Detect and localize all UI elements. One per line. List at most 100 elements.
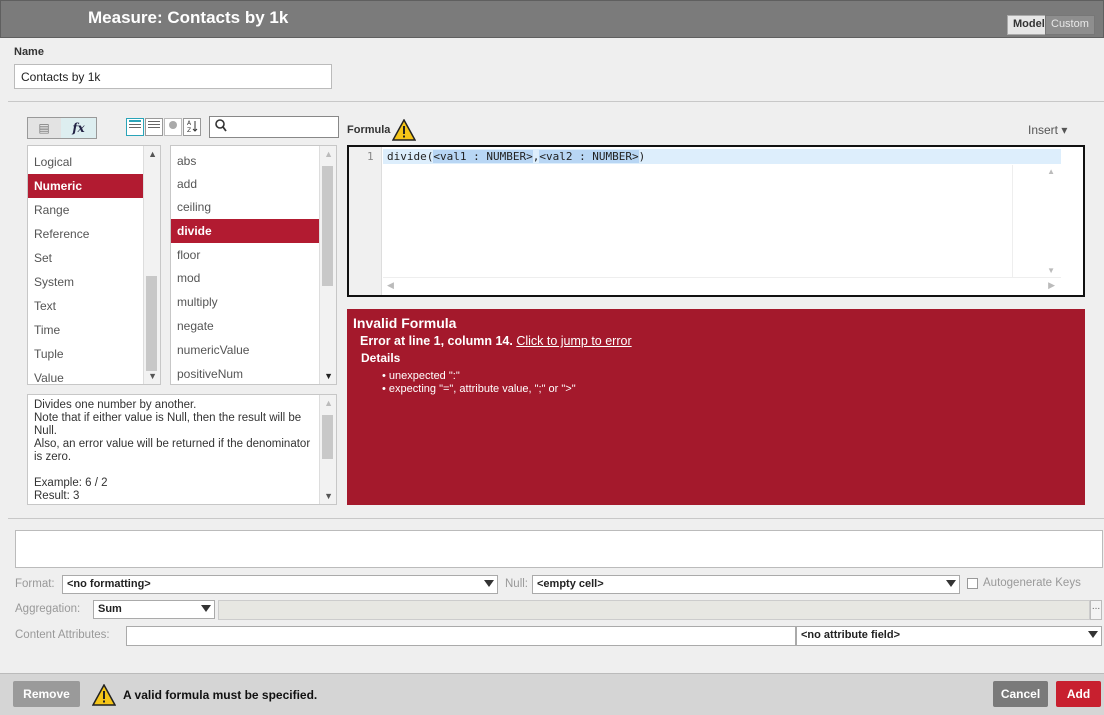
function-mode-button[interactable]: fx [61,118,96,138]
scrollbar-thumb[interactable] [322,166,333,286]
search-icon [215,119,227,136]
aggregation-expression-field [218,600,1090,620]
list-view-icon[interactable] [126,118,144,136]
attribute-field-select[interactable]: <no attribute field> [796,626,1102,646]
scroll-down-icon[interactable]: ▼ [148,371,157,381]
category-item-numeric[interactable]: Numeric [28,174,143,198]
null-label: Null: [505,578,529,590]
formula-comment-input[interactable] [15,530,1103,568]
category-item-text[interactable]: Text [28,294,143,318]
category-item-time[interactable]: Time [28,318,143,342]
add-button[interactable]: Add [1056,681,1101,707]
error-location-text: Error at line 1, column 14. [360,334,513,348]
scroll-up-icon[interactable]: ▲ [1047,167,1055,176]
null-select-value: <empty cell> [537,578,604,590]
error-detail-text: unexpected ":" [388,370,460,382]
scroll-up-icon[interactable]: ▲ [324,149,333,159]
warning-icon [91,683,117,706]
scrollbar-thumb[interactable] [146,276,157,371]
aggregation-select[interactable]: Sum [93,600,215,619]
autogenerate-keys-checkbox[interactable] [967,578,978,589]
aggregation-more-button[interactable]: ... [1090,600,1102,620]
editor-gutter: 1 [349,147,382,295]
error-panel: Invalid Formula Error at line 1, column … [347,309,1085,505]
category-scrollbar[interactable]: ▲ ▼ [143,146,160,384]
function-scrollbar[interactable]: ▲ ▼ [319,146,336,384]
editor-vertical-scrollbar[interactable]: ▲ ▼ [1012,165,1062,277]
scroll-up-icon[interactable]: ▲ [148,149,157,159]
category-item-range[interactable]: Range [28,198,143,222]
scroll-right-icon[interactable]: ▶ [1048,280,1055,291]
code-prefix: divide( [387,150,434,163]
function-item-add[interactable]: add [171,172,320,196]
name-input[interactable] [14,64,332,89]
function-item-mod[interactable]: mod [171,266,320,290]
error-title: Invalid Formula [353,315,457,331]
function-item-positivenum[interactable]: positiveNum [171,362,320,384]
null-select[interactable]: <empty cell> [532,575,960,594]
scroll-left-icon[interactable]: ◀ [387,280,394,291]
code-suffix: ) [638,150,646,163]
function-item-negate[interactable]: negate [171,314,320,338]
format-select-value: <no formatting> [67,578,151,590]
remove-button[interactable]: Remove [13,681,80,707]
disabled-view-icon [164,118,182,136]
function-item-abs[interactable]: abs [171,149,320,173]
error-details-label: Details [361,351,401,365]
insert-dropdown[interactable]: Insert ▾ [1028,123,1067,137]
code-line[interactable]: divide(<val1 : NUMBER>,<val2 : NUMBER>) [383,149,1061,164]
name-label: Name [14,46,44,58]
scroll-down-icon[interactable]: ▼ [324,491,333,501]
content-attributes-label: Content Attributes: [15,629,110,641]
format-select[interactable]: <no formatting> [62,575,498,594]
svg-text:A: A [187,120,192,127]
code-param-val2[interactable]: <val2 : NUMBER> [539,150,639,163]
function-list: abs add ceiling divide floor mod multipl… [170,145,337,385]
category-item-logical[interactable]: Logical [28,150,143,174]
error-detail-text: expecting "=", attribute value, ";" or "… [388,383,576,395]
category-item-value[interactable]: Value [28,366,143,384]
function-icon: fx [72,121,85,135]
cancel-button[interactable]: Cancel [993,681,1048,707]
scroll-down-icon[interactable]: ▼ [1047,266,1055,275]
editor-horizontal-scrollbar[interactable]: ◀ ▶ [383,277,1061,293]
function-item-ceiling[interactable]: ceiling [171,195,320,219]
formula-label: Formula [347,124,391,136]
scroll-down-icon[interactable]: ▼ [324,371,333,381]
attribute-field-value: <no attribute field> [801,629,901,641]
formula-editor[interactable]: 1 divide(<val1 : NUMBER>,<val2 : NUMBER>… [347,145,1085,297]
description-scrollbar[interactable]: ▲ ▼ [319,395,336,504]
custom-toggle-button[interactable]: Custom [1045,15,1095,35]
line-number: 1 [367,150,374,163]
format-label: Format: [15,578,55,590]
scroll-up-icon[interactable]: ▲ [324,398,333,408]
function-item-multiply[interactable]: multiply [171,290,320,314]
svg-text:Z: Z [187,127,191,133]
warning-icon [391,118,417,141]
code-param-val1[interactable]: <val1 : NUMBER> [433,150,533,163]
database-mode-button[interactable]: ▤ [28,118,60,138]
section-divider [8,101,1104,102]
function-item-numericvalue[interactable]: numericValue [171,338,320,362]
function-item-divide[interactable]: divide [171,219,320,243]
error-detail-item: • unexpected ":" [382,370,460,382]
dialog-title: Measure: Contacts by 1k [88,8,289,27]
content-attributes-input[interactable] [126,626,796,646]
category-item-tuple[interactable]: Tuple [28,342,143,366]
category-item-set[interactable]: Set [28,246,143,270]
scrollbar-thumb[interactable] [322,415,333,459]
error-detail-item: • expecting "=", attribute value, ";" or… [382,383,576,395]
category-item-reference[interactable]: Reference [28,222,143,246]
autogenerate-keys-label: Autogenerate Keys [983,577,1081,589]
category-list: Logical Numeric Range Reference Set Syst… [27,145,161,385]
mode-toggle-group: ▤ fx [27,117,97,139]
category-item-system[interactable]: System [28,270,143,294]
error-location: Error at line 1, column 14. Click to jum… [360,334,632,348]
sort-icon[interactable]: AZ [183,118,201,136]
database-icon: ▤ [38,121,50,135]
detail-view-icon[interactable] [145,118,163,136]
function-description: Divides one number by another. Note that… [27,394,337,505]
function-search-input[interactable] [209,116,339,138]
function-item-floor[interactable]: floor [171,243,320,267]
jump-to-error-link[interactable]: Click to jump to error [516,334,631,348]
